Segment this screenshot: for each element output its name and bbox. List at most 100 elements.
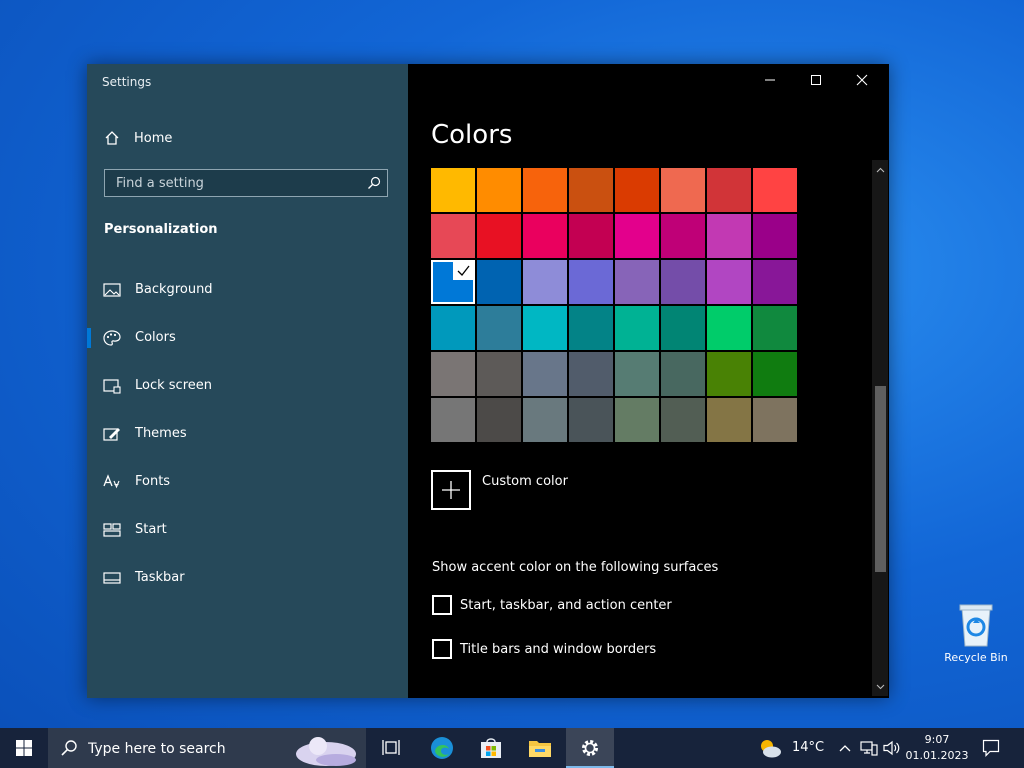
color-swatch[interactable] [661,306,705,350]
settings-sidebar: Settings Home Personalization Background [87,64,408,698]
color-swatch[interactable] [477,168,521,212]
task-view-button[interactable] [368,728,416,768]
sidebar-item-colors[interactable]: Colors [87,324,408,352]
color-swatch[interactable] [431,352,475,396]
vertical-scrollbar[interactable] [872,160,888,696]
checkbox-title-bars[interactable]: Title bars and window borders [432,639,656,659]
microsoft-store-button[interactable] [467,728,515,768]
taskbar-icon [103,572,121,584]
close-icon [856,74,868,86]
weather-widget[interactable] [748,728,792,768]
color-swatch[interactable] [477,260,521,304]
search-icon[interactable] [367,176,381,190]
sidebar-item-label: Start [135,522,167,537]
color-swatch[interactable] [661,214,705,258]
color-swatch[interactable] [569,214,613,258]
color-swatch[interactable] [661,168,705,212]
edge-browser-button[interactable] [418,728,466,768]
recycle-bin-desktop-icon[interactable]: Recycle Bin [938,600,1014,664]
custom-color-button[interactable] [431,470,471,510]
scroll-down-arrow[interactable] [875,681,886,693]
find-setting-input[interactable] [105,170,355,196]
color-swatch[interactable] [753,260,797,304]
clock-time: 9:07 [924,733,950,746]
color-swatch[interactable] [753,398,797,442]
color-swatch[interactable] [477,214,521,258]
color-swatch[interactable] [661,352,705,396]
color-swatch[interactable] [615,306,659,350]
home-nav-item[interactable]: Home [104,128,172,148]
file-explorer-button[interactable] [516,728,564,768]
color-swatch[interactable] [707,168,751,212]
settings-taskbar-button[interactable] [566,728,614,768]
color-swatch[interactable] [569,306,613,350]
sidebar-item-label: Background [135,282,213,297]
scrollbar-thumb[interactable] [875,386,886,572]
checkbox-start-taskbar[interactable]: Start, taskbar, and action center [432,595,672,615]
color-swatch[interactable] [431,168,475,212]
sidebar-item-label: Taskbar [135,570,185,585]
color-swatch[interactable] [523,168,567,212]
color-swatch[interactable] [661,260,705,304]
start-button[interactable] [0,728,48,768]
sidebar-item-themes[interactable]: Themes [87,420,408,448]
clock[interactable]: 9:07 01.01.2023 [904,732,970,764]
temperature-text[interactable]: 14°C [792,740,824,755]
sidebar-item-start[interactable]: Start [87,516,408,544]
checkbox-box[interactable] [432,639,452,659]
sidebar-item-taskbar[interactable]: Taskbar [87,564,408,592]
network-button[interactable] [858,728,880,768]
color-swatch[interactable] [569,398,613,442]
find-setting-search[interactable] [104,169,388,197]
color-swatch[interactable] [523,214,567,258]
color-swatch-selected[interactable] [431,260,475,304]
color-swatch[interactable] [753,168,797,212]
checkbox-box[interactable] [432,595,452,615]
plus-icon [442,481,460,499]
color-swatch[interactable] [569,260,613,304]
color-swatch[interactable] [707,214,751,258]
color-swatch[interactable] [615,214,659,258]
color-swatch[interactable] [707,260,751,304]
color-swatch[interactable] [477,306,521,350]
start-icon [103,523,121,537]
sidebar-item-fonts[interactable]: Fonts [87,468,408,496]
color-swatch[interactable] [523,398,567,442]
color-swatch[interactable] [707,352,751,396]
minimize-button[interactable] [747,64,793,96]
color-swatch[interactable] [569,352,613,396]
taskbar-search-box[interactable] [48,728,366,768]
sidebar-item-background[interactable]: Background [87,276,408,304]
sidebar-item-lock-screen[interactable]: Lock screen [87,372,408,400]
color-swatch[interactable] [661,398,705,442]
maximize-button[interactable] [793,64,839,96]
color-swatch[interactable] [615,352,659,396]
color-swatch[interactable] [523,260,567,304]
custom-color-label[interactable]: Custom color [482,474,568,489]
color-swatch[interactable] [615,398,659,442]
color-swatch[interactable] [477,352,521,396]
color-swatch[interactable] [615,260,659,304]
scroll-up-arrow[interactable] [875,164,886,176]
color-swatch[interactable] [431,398,475,442]
taskbar-search-input[interactable] [86,738,310,760]
color-swatch[interactable] [523,306,567,350]
checkbox-label: Start, taskbar, and action center [460,597,672,613]
color-swatch[interactable] [707,398,751,442]
folder-icon [529,741,551,757]
color-swatch[interactable] [753,214,797,258]
color-swatch[interactable] [431,306,475,350]
color-swatch[interactable] [707,306,751,350]
color-swatch[interactable] [569,168,613,212]
color-swatch[interactable] [523,352,567,396]
show-hidden-icons-button[interactable] [834,728,856,768]
color-swatch[interactable] [615,168,659,212]
color-swatch[interactable] [753,306,797,350]
action-center-button[interactable] [970,728,1012,768]
close-button[interactable] [839,64,885,96]
volume-button[interactable] [880,728,904,768]
color-swatch[interactable] [753,352,797,396]
network-icon [860,741,878,756]
color-swatch[interactable] [477,398,521,442]
color-swatch[interactable] [431,214,475,258]
